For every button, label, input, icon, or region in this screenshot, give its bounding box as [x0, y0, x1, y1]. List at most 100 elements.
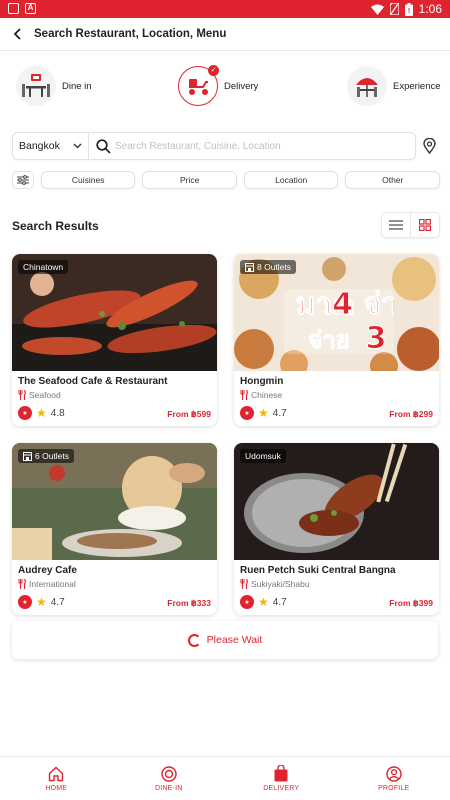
bottom-nav: HOME DINE-IN DELIVERY PROFILE	[0, 756, 450, 800]
search-input[interactable]	[115, 140, 415, 152]
back-button[interactable]	[2, 18, 34, 51]
selected-check-icon: ✓	[208, 65, 219, 76]
cuisine-label: Chinese	[251, 390, 283, 400]
chevron-down-icon	[73, 143, 82, 149]
fork-knife-icon	[240, 579, 248, 589]
cuisine-row: Seafood	[18, 390, 61, 400]
outlets-tag: 8 Outlets	[240, 260, 297, 274]
rating-value: 4.7	[272, 596, 287, 608]
nav-home[interactable]: HOME	[0, 757, 113, 800]
star-icon: ★	[36, 595, 47, 609]
outlets-tag: 6 Outlets	[18, 449, 75, 463]
star-icon: ★	[258, 595, 269, 609]
cuisine-label: Sukiyaki/Shabu	[251, 579, 310, 589]
mode-label: Delivery	[224, 80, 259, 92]
dine-in-icon	[16, 66, 56, 106]
restaurant-card[interactable]: 6 Outlets Audrey Cafe International ★ ★ …	[12, 443, 217, 615]
city-select[interactable]: Bangkok	[13, 133, 89, 159]
list-view-button[interactable]	[382, 213, 410, 237]
view-toggle	[381, 212, 440, 238]
rating-value: 4.8	[50, 407, 65, 419]
city-value: Bangkok	[19, 140, 60, 152]
notification-image-icon	[8, 3, 19, 14]
list-view-icon	[389, 220, 404, 230]
clock: 1:06	[418, 2, 442, 16]
price-label: From ฿399	[389, 598, 433, 608]
rating-row: ★ ★ 4.8	[18, 406, 65, 420]
restaurant-name: Audrey Cafe	[18, 565, 77, 576]
results-title: Search Results	[12, 219, 99, 233]
app-bar: Search Restaurant, Location, Menu	[0, 18, 450, 51]
restaurant-name: Hongmin	[240, 376, 284, 387]
status-bar: A ! 1:06	[0, 0, 450, 18]
promo-text-graphic: มา มา4 จ่าย3 จ่าย 3	[295, 287, 394, 355]
mode-delivery[interactable]: ✓ Delivery	[178, 65, 259, 106]
back-arrow-icon	[13, 28, 21, 40]
results-header: Search Results	[12, 212, 440, 238]
restaurant-card[interactable]: Udomsuk Ruen Petch Suki Central Bangna S…	[234, 443, 439, 615]
store-icon	[23, 451, 32, 461]
nav-label: HOME	[45, 784, 68, 792]
tag-text: 6 Outlets	[35, 451, 70, 461]
rating-row: ★ ★ 4.7	[18, 595, 65, 609]
page-title: Search Restaurant, Location, Menu	[34, 28, 227, 40]
rating-row: ★ ★ 4.7	[240, 406, 287, 420]
cuisine-label: International	[29, 579, 76, 589]
search-row: Bangkok	[12, 132, 440, 160]
nav-label: PROFILE	[378, 784, 410, 792]
experience-icon	[347, 66, 387, 106]
star-icon: ★	[36, 406, 47, 420]
rating-value: 4.7	[272, 407, 287, 419]
nav-delivery[interactable]: DELIVERY	[225, 757, 338, 800]
promo-text: มา4 จ่าย3	[296, 287, 394, 322]
location-tag: Chinatown	[18, 260, 69, 274]
profile-icon	[386, 765, 402, 782]
battery-icon: !	[404, 2, 413, 16]
delivery-bag-icon	[274, 765, 288, 782]
loading-text: Please Wait	[206, 634, 263, 646]
nav-profile[interactable]: PROFILE	[338, 757, 450, 800]
tag-text: Chinatown	[23, 262, 64, 272]
nav-label: DELIVERY	[263, 785, 300, 792]
store-icon	[245, 262, 254, 272]
cuisine-label: Seafood	[29, 390, 61, 400]
nav-dine-in[interactable]: DINE-IN	[113, 757, 226, 800]
location-pin-button[interactable]	[418, 135, 440, 157]
brand-badge-icon: ★	[240, 595, 254, 609]
brand-badge-icon: ★	[240, 406, 254, 420]
brand-badge-icon: ★	[18, 406, 32, 420]
filter-location[interactable]: Location	[243, 171, 339, 189]
rating-value: 4.7	[50, 596, 65, 608]
filter-cuisines[interactable]: Cuisines	[40, 171, 136, 189]
location-tag: Udomsuk	[240, 449, 286, 463]
grid-view-button[interactable]	[410, 213, 439, 237]
location-pin-icon	[422, 138, 436, 154]
sliders-icon	[16, 175, 29, 185]
restaurant-card[interactable]: Chinatown The Seafood Cafe & Restaurant …	[12, 254, 217, 426]
tag-text: 8 Outlets	[257, 262, 292, 272]
dine-in-nav-icon	[161, 765, 177, 782]
filter-price[interactable]: Price	[142, 171, 237, 189]
service-modes: Dine in ✓ Delivery Experience	[0, 65, 450, 112]
restaurant-name: The Seafood Cafe & Restaurant	[18, 376, 168, 387]
home-icon	[49, 766, 64, 781]
restaurant-card[interactable]: 8 Outlets มา มา4 จ่าย3 จ่าย 3 Hongmin Ch…	[234, 254, 439, 426]
svg-text:3: 3	[366, 321, 387, 354]
filter-bar: Cuisines Price Location Other	[12, 171, 441, 189]
filter-settings-button[interactable]	[12, 171, 34, 189]
rating-row: ★ ★ 4.7	[240, 595, 287, 609]
filter-other[interactable]: Other	[345, 171, 441, 189]
delivery-scooter-icon: ✓	[178, 65, 219, 106]
loading-indicator: Please Wait	[12, 621, 438, 659]
svg-text:จ่าย: จ่าย	[308, 326, 350, 354]
price-label: From ฿599	[167, 409, 211, 419]
mode-dine-in[interactable]: Dine in	[16, 66, 92, 106]
fork-knife-icon	[18, 579, 26, 589]
mode-label: Dine in	[62, 80, 92, 92]
nav-label: DINE-IN	[155, 784, 183, 792]
wifi-icon	[370, 4, 384, 15]
search-icon	[91, 138, 115, 154]
tag-text: Udomsuk	[245, 451, 281, 461]
fork-knife-icon	[18, 390, 26, 400]
mode-experience[interactable]: Experience	[347, 66, 441, 106]
